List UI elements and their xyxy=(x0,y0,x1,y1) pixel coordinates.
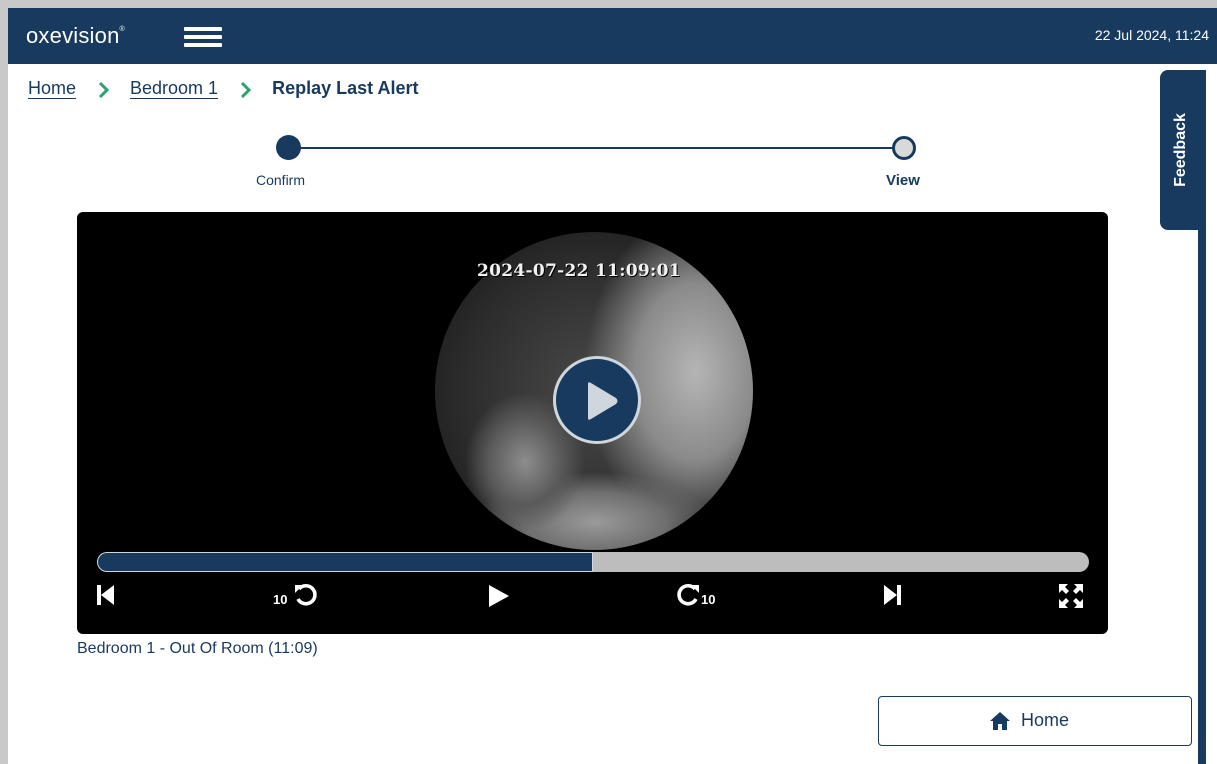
progress-bar[interactable] xyxy=(97,552,1089,572)
video-caption: Bedroom 1 - Out Of Room (11:09) xyxy=(77,640,318,657)
home-icon xyxy=(990,711,1010,730)
play-icon xyxy=(588,382,618,420)
fullscreen-button[interactable] xyxy=(1059,584,1083,614)
skip-back-icon xyxy=(97,585,114,605)
rewind-button[interactable]: 10 xyxy=(273,583,333,614)
big-play-button[interactable] xyxy=(553,356,641,444)
step-confirm-label: Confirm xyxy=(256,172,306,188)
step-confirm-dot xyxy=(276,135,301,160)
forward-icon xyxy=(677,583,699,606)
current-datetime: 22 Jul 2024, 11:24 xyxy=(1094,27,1209,43)
step-view-dot xyxy=(892,136,916,160)
feedback-tab[interactable]: Feedback xyxy=(1160,70,1202,230)
chevron-right-icon xyxy=(240,81,252,98)
feedback-label: Feedback xyxy=(1172,113,1189,187)
stepper-line xyxy=(289,147,905,149)
step-view-label: View xyxy=(886,172,920,189)
play-icon xyxy=(489,585,509,607)
app-frame: oxevision® 22 Jul 2024, 11:24 Home Bedro… xyxy=(8,8,1217,764)
progress-fill xyxy=(97,552,593,572)
breadcrumb-home-link[interactable]: Home xyxy=(28,78,76,99)
chevron-right-icon xyxy=(98,81,110,98)
brand-logo[interactable]: oxevision® xyxy=(26,23,125,49)
skip-back-button[interactable] xyxy=(97,584,115,614)
fullscreen-icon xyxy=(1059,584,1083,608)
video-timestamp: 2024-07-22 11:09:01 xyxy=(477,261,681,281)
home-button[interactable]: Home xyxy=(878,696,1192,746)
top-bar: oxevision® 22 Jul 2024, 11:24 xyxy=(8,8,1217,64)
hamburger-icon[interactable] xyxy=(184,25,222,49)
rewind-icon xyxy=(295,583,317,606)
home-button-label: Home xyxy=(1021,710,1070,730)
skip-forward-button[interactable] xyxy=(883,584,901,614)
rewind-seconds: 10 xyxy=(273,592,288,607)
play-button[interactable] xyxy=(487,584,511,614)
forward-button[interactable]: 10 xyxy=(675,583,735,614)
video-player: 2024-07-22 11:09:01 10 10 xyxy=(77,212,1108,634)
breadcrumb: Home Bedroom 1 Replay Last Alert xyxy=(28,78,418,99)
breadcrumb-bedroom-link[interactable]: Bedroom 1 xyxy=(130,78,218,99)
forward-seconds: 10 xyxy=(701,592,716,607)
video-frame[interactable]: 2024-07-22 11:09:01 xyxy=(429,232,753,550)
skip-forward-icon xyxy=(884,585,901,605)
breadcrumb-current: Replay Last Alert xyxy=(272,78,419,98)
